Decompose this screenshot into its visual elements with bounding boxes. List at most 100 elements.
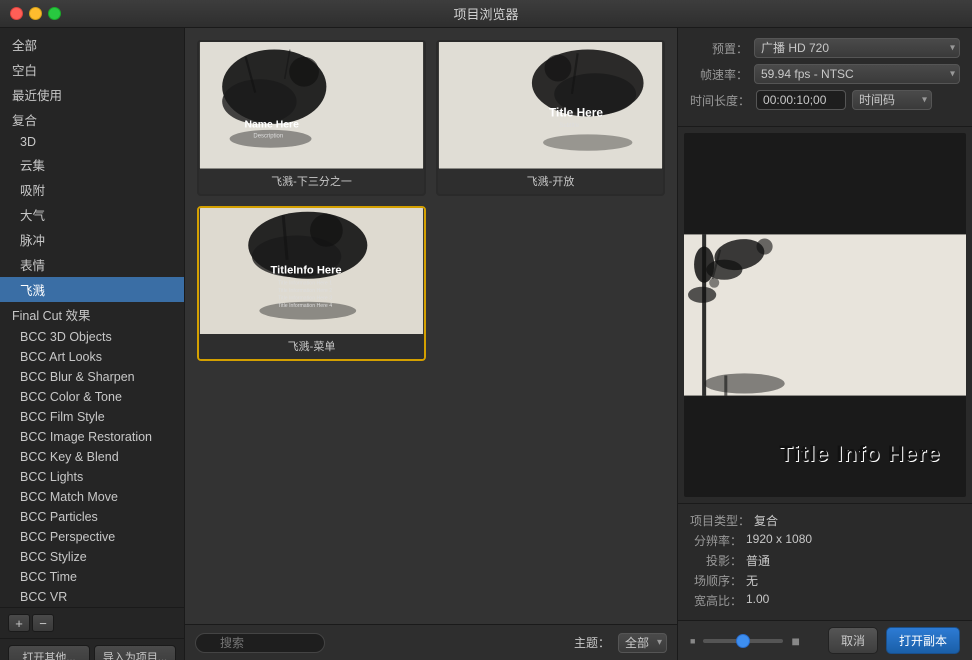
sidebar-item-bccimage[interactable]: BCC Image Restoration [0,427,184,447]
preview-title: Title Info Here [779,441,940,466]
sidebar-item-bccblur[interactable]: BCC Blur & Sharpen [0,367,184,387]
center-panel: Name Here Description 飞溅-下三分之一 Title Her… [185,28,677,660]
duration-input[interactable] [756,90,846,110]
preview-area: Title Info Here [684,133,966,497]
theme-label: 主题： [574,634,610,651]
right-panel: 预置： 广播 HD 720 帧速率： 59.94 fps - NTSC [677,28,972,660]
timecode-wrap: 时间码 [756,90,932,110]
footer-bar: ■ ■ 取消 打开副本 [678,620,972,660]
sidebar-item-bcccolor[interactable]: BCC Color & Tone [0,387,184,407]
duration-label: 时间长度： [690,92,750,109]
sidebar-item-bccstylize[interactable]: BCC Stylize [0,547,184,567]
field-value: 无 [746,572,758,589]
template-grid: Name Here Description 飞溅-下三分之一 Title Her… [185,28,677,624]
resolution-value: 1920 x 1080 [746,532,812,549]
zoom-thumb[interactable] [736,634,750,648]
sidebar-item-bccmatch[interactable]: BCC Match Move [0,487,184,507]
sidebar-item-pulse[interactable]: 脉冲 [0,227,184,252]
projection-value: 普通 [746,552,770,569]
open-other-button[interactable]: 打开其他... [8,645,90,660]
action-buttons: 取消 打开副本 [828,627,960,654]
fps-select[interactable]: 59.94 fps - NTSC [754,64,960,84]
titlebar: 项目浏览器 [0,0,972,28]
sidebar-item-absorb[interactable]: 吸附 [0,177,184,202]
thumb-image-menu: TitleInfo Here Title Information Here 1 … [199,208,424,335]
sidebar-item-composite[interactable]: 复合 [0,107,184,132]
svg-text:Title Information Here 4: Title Information Here 4 [278,303,332,309]
svg-text:Title Information Here 1: Title Information Here 1 [278,280,332,286]
sidebar-item-bcc3d[interactable]: BCC 3D Objects [0,327,184,347]
template-card-menu[interactable]: TitleInfo Here Title Information Here 1 … [197,206,426,362]
preset-label: 预置： [690,40,748,57]
import-button[interactable]: 导入为项目... [94,645,176,660]
svg-text:Description: Description [253,133,283,139]
cancel-button[interactable]: 取消 [828,627,878,654]
svg-text:Title Information Here 2: Title Information Here 2 [278,288,332,294]
sidebar-item-bcckey[interactable]: BCC Key & Blend [0,447,184,467]
thumb-image-open: Title Here Subtitle [438,42,663,169]
sidebar-item-bccparticles[interactable]: BCC Particles [0,507,184,527]
close-button[interactable] [10,7,23,20]
thumb-label-open: 飞溅-开放 [438,169,663,194]
sidebar-item-bcclights[interactable]: BCC Lights [0,467,184,487]
sidebar-item-atmosphere[interactable]: 大气 [0,202,184,227]
fps-select-wrap: 59.94 fps - NTSC [754,64,960,84]
thumb-label-menu: 飞溅-菜单 [199,334,424,359]
preset-select[interactable]: 广播 HD 720 [754,38,960,58]
zoom-controls: ■ ■ [690,633,800,649]
type-value: 复合 [754,512,778,529]
template-card-split[interactable]: Name Here Description 飞溅-下三分之一 [197,40,426,196]
search-input[interactable] [195,633,325,653]
projection-label: 投影： [690,552,742,569]
template-card-open[interactable]: Title Here Subtitle 飞溅-开放 [436,40,665,196]
preset-control: 广播 HD 720 [754,38,960,58]
thumb-image-split: Name Here Description [199,42,424,169]
window-controls [10,7,61,20]
field-label: 场顺序： [690,572,742,589]
zoom-out-icon: ■ [690,636,695,646]
sidebar-item-bccvr[interactable]: BCC VR [0,587,184,607]
svg-text:Title Here: Title Here [549,105,603,119]
sidebar-item-bccart[interactable]: BCC Art Looks [0,347,184,367]
svg-text:Title Information Here 3: Title Information Here 3 [278,295,332,301]
sidebar-footer: 打开其他... 导入为项目... [0,638,184,660]
info-resolution-row: 分辨率： 1920 x 1080 [690,532,960,549]
fps-row: 帧速率： 59.94 fps - NTSC [690,64,960,84]
zoom-slider[interactable] [703,639,783,643]
info-panel: 项目类型： 复合 分辨率： 1920 x 1080 投影： 普通 场顺序： 无 … [678,503,972,620]
info-aspect-row: 宽高比： 1.00 [690,592,960,609]
sidebar-item-recent[interactable]: 最近使用 [0,82,184,107]
timecode-select[interactable]: 时间码 [852,90,932,110]
sidebar-item-expression[interactable]: 表情 [0,252,184,277]
main-area: 全部空白最近使用复合3D云集吸附大气脉冲表情飞溅Final Cut 效果BCC … [0,28,972,660]
sidebar-item-3d[interactable]: 3D [0,132,184,152]
info-field-row: 场顺序： 无 [690,572,960,589]
resolution-label: 分辨率： [690,532,742,549]
duration-row: 时间长度： 时间码 [690,90,960,110]
window-title: 项目浏览器 [453,4,518,23]
minimize-button[interactable] [29,7,42,20]
svg-text:Subtitle: Subtitle [559,123,580,129]
sidebar-item-blank[interactable]: 空白 [0,57,184,82]
sidebar-item-bccperspective[interactable]: BCC Perspective [0,527,184,547]
sidebar-item-feixi[interactable]: 飞溅 [0,277,184,302]
maximize-button[interactable] [48,7,61,20]
sidebar-item-all[interactable]: 全部 [0,32,184,57]
info-projection-row: 投影： 普通 [690,552,960,569]
sidebar-item-bcctime[interactable]: BCC Time [0,567,184,587]
sidebar-item-cloud[interactable]: 云集 [0,152,184,177]
timecode-select-wrap: 时间码 [852,90,932,110]
type-label: 项目类型： [690,512,750,529]
search-wrap: 🔍 [195,633,325,653]
add-category-button[interactable]: + [8,614,30,632]
fps-label: 帧速率： [690,66,748,83]
sidebar-item-bccfilm[interactable]: BCC Film Style [0,407,184,427]
remove-category-button[interactable]: − [32,614,54,632]
theme-select[interactable]: 全部 [618,633,667,653]
sidebar-item-fcp[interactable]: Final Cut 效果 [0,302,184,327]
aspect-label: 宽高比： [690,592,742,609]
settings-panel: 预置： 广播 HD 720 帧速率： 59.94 fps - NTSC [678,28,972,127]
preset-row: 预置： 广播 HD 720 [690,38,960,58]
center-bottom-bar: 🔍 主题： 全部 [185,624,677,660]
open-copy-button[interactable]: 打开副本 [886,627,960,654]
